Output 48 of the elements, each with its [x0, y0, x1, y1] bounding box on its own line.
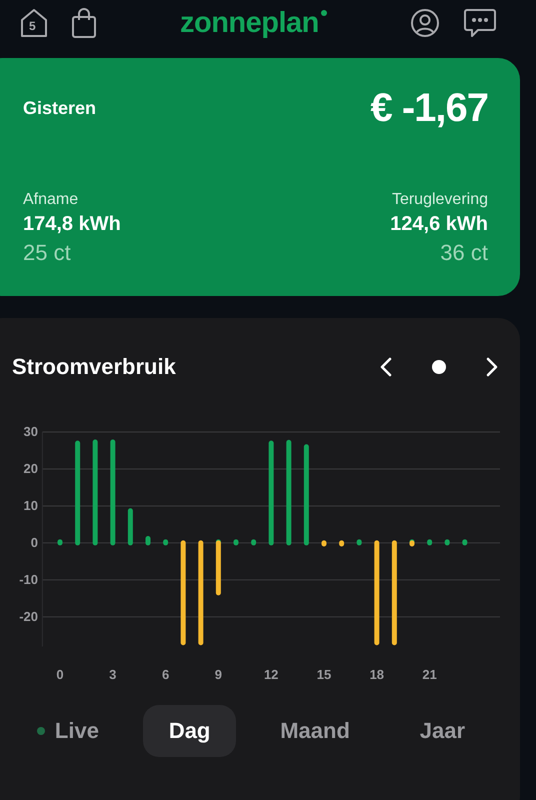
bar	[427, 539, 432, 546]
bar	[322, 540, 326, 547]
total-amount: € -1,67	[370, 86, 488, 131]
x-tick-label: 3	[109, 667, 116, 682]
period-tab[interactable]: Dag	[142, 705, 236, 757]
bar	[444, 539, 450, 546]
bar	[58, 539, 62, 546]
x-tick-label: 21	[422, 667, 437, 682]
bar	[251, 539, 256, 546]
home-count: 5	[29, 19, 36, 33]
y-tick-label: 20	[24, 460, 38, 476]
bar	[462, 539, 468, 546]
x-tick-label: 12	[264, 667, 278, 682]
column-label: Afname	[23, 191, 80, 209]
chat-icon[interactable]	[464, 8, 496, 38]
card-title: Stroomverbruik	[12, 354, 176, 380]
x-tick-label: 18	[370, 667, 384, 682]
shopping-bag-icon[interactable]	[72, 8, 96, 38]
bar	[234, 539, 238, 546]
period-tab[interactable]: Jaar	[394, 705, 492, 757]
chevron-right-icon[interactable]	[486, 357, 498, 377]
bar	[163, 539, 168, 546]
x-tick-label: 6	[162, 667, 170, 682]
logo: zonneplan	[180, 6, 327, 40]
y-tick-label: -10	[19, 572, 38, 587]
y-tick-label: 10	[24, 498, 38, 513]
y-tick-label: 0	[30, 534, 38, 550]
page-dot-icon	[432, 360, 446, 374]
bar	[356, 539, 362, 546]
y-tick-label: 30	[24, 424, 38, 439]
price-value: 25 ct	[23, 240, 72, 266]
home-icon[interactable]: 5	[20, 8, 48, 38]
period-label: Gisteren	[23, 98, 96, 119]
x-tick-label: 0	[56, 667, 64, 682]
bar	[339, 540, 344, 547]
bar	[146, 536, 150, 546]
period-tab[interactable]: Maand	[254, 705, 376, 757]
energy-value: 124,6 kWh	[390, 213, 488, 236]
bar	[128, 508, 133, 546]
column-label: Teruglevering	[392, 191, 488, 209]
chevron-left-icon[interactable]	[380, 357, 392, 377]
profile-icon[interactable]	[410, 8, 440, 38]
x-tick-label: 9	[214, 667, 222, 682]
y-tick-label: -20	[19, 608, 38, 624]
price-value: 36 ct	[440, 240, 488, 266]
energy-value: 174,8 kWh	[23, 213, 121, 236]
x-tick-label: 15	[316, 667, 332, 682]
period-tab[interactable]: Live	[10, 705, 125, 757]
